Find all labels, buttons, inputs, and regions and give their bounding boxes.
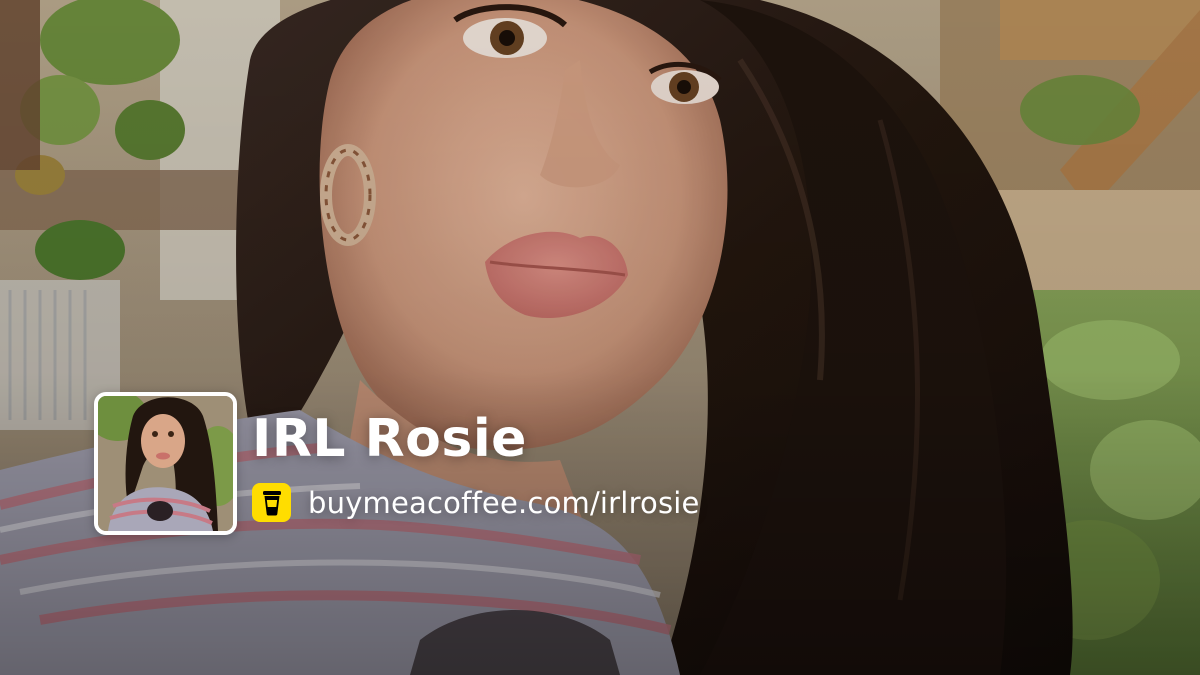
avatar-image <box>98 396 233 531</box>
creator-name: IRL Rosie <box>252 409 527 469</box>
profile-header: IRL Rosie buymeacoffee.com/irlrosie <box>94 392 700 535</box>
buymeacoffee-cup-icon <box>252 483 291 522</box>
cover-photo <box>0 0 1200 675</box>
profile-url[interactable]: buymeacoffee.com/irlrosie <box>308 486 700 520</box>
cover-banner: IRL Rosie buymeacoffee.com/irlrosie <box>0 0 1200 675</box>
profile-text: IRL Rosie buymeacoffee.com/irlrosie <box>252 394 700 537</box>
profile-link[interactable]: buymeacoffee.com/irlrosie <box>252 483 700 522</box>
avatar <box>94 392 237 535</box>
